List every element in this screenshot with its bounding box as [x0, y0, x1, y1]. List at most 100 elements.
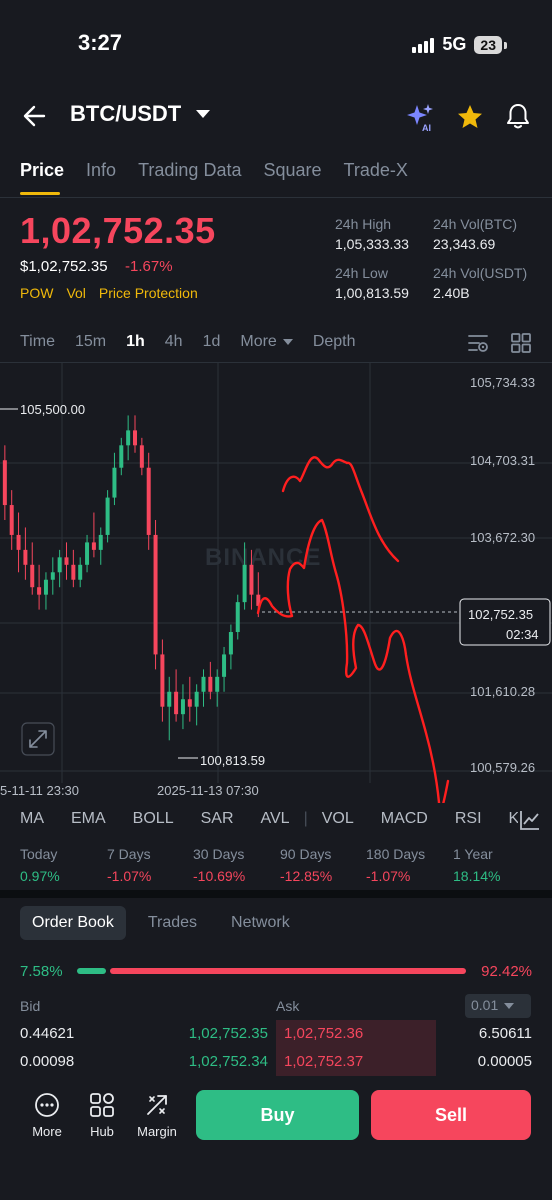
pair-title[interactable]: BTC/USDT — [70, 101, 181, 127]
tab-info[interactable]: Info — [86, 160, 116, 181]
stat-24h-vol-btc-label: 24h Vol(BTC) — [433, 216, 518, 232]
candle-body — [37, 587, 42, 595]
indicator-divider: | — [303, 810, 308, 827]
indicator-macd[interactable]: MACD — [381, 810, 428, 828]
tab-trades[interactable]: Trades — [136, 906, 209, 940]
badge-pow[interactable]: POW — [20, 285, 53, 301]
perf-value: -12.85% — [280, 868, 333, 884]
fullscreen-icon[interactable] — [21, 722, 55, 756]
indicator-sar[interactable]: SAR — [201, 810, 234, 828]
indicator-boll[interactable]: BOLL — [133, 810, 174, 828]
interval-1d[interactable]: 1d — [203, 333, 221, 351]
perf-label: 90 Days — [280, 846, 332, 862]
candle-body — [167, 691, 172, 707]
indicator-ma[interactable]: MA — [20, 810, 44, 828]
nav-more-label: More — [32, 1124, 62, 1139]
indicator-ema[interactable]: EMA — [71, 810, 106, 828]
interval-time[interactable]: Time — [20, 333, 55, 351]
perf-label: 180 Days — [366, 846, 426, 862]
section-separator — [0, 890, 552, 898]
y-axis-label: 103,672.30 — [470, 530, 535, 545]
indicator-chart-icon[interactable] — [518, 808, 542, 832]
candle-body — [119, 445, 124, 468]
perf-value: -1.07% — [107, 868, 152, 884]
candle-body — [228, 632, 233, 655]
tab-trade-x[interactable]: Trade-X — [344, 160, 408, 181]
tab-trading-data[interactable]: Trading Data — [138, 160, 241, 181]
candle-body — [153, 534, 158, 655]
interval-bar: Time 15m 1h 4h 1d More Depth — [20, 333, 376, 351]
status-time: 3:27 — [78, 30, 123, 55]
price-chart[interactable]: BINANCE 105,734.33 104,703.31 103,672.30… — [0, 363, 552, 803]
active-tab-indicator — [20, 192, 60, 195]
network-type: 5G — [442, 34, 467, 54]
indicator-vol[interactable]: VOL — [322, 810, 354, 828]
interval-1h[interactable]: 1h — [126, 333, 145, 351]
candle-body — [91, 542, 96, 550]
low-marker-label: 100,813.59 — [200, 753, 265, 768]
nav-margin[interactable]: Margin — [132, 1092, 182, 1139]
nav-hub[interactable]: Hub — [77, 1092, 127, 1139]
chart-settings-icon[interactable] — [467, 332, 489, 354]
x-axis-label: 5-11-11 23:30 — [0, 783, 79, 798]
badge-vol[interactable]: Vol — [66, 285, 85, 301]
layout-grid-icon[interactable] — [510, 332, 532, 354]
tab-square[interactable]: Square — [263, 160, 321, 181]
chart-grid — [0, 363, 552, 783]
depth-tab[interactable]: Depth — [313, 333, 356, 351]
high-marker-label: 105,500.00 — [20, 402, 85, 417]
nav-more[interactable]: More — [22, 1092, 72, 1139]
indicator-avl[interactable]: AVL — [261, 810, 290, 828]
orderbook-tabs: Order Book Trades Network — [20, 906, 302, 940]
candle-body — [194, 691, 199, 707]
candle-body — [201, 676, 206, 692]
perf-label: 1 Year — [453, 846, 493, 862]
orderbook-row[interactable]: 0.00098 1,02,752.34 1,02,752.37 0.00005 — [0, 1048, 552, 1076]
candle-countdown: 02:34 — [506, 627, 539, 642]
pair-dropdown-caret-icon[interactable] — [196, 110, 210, 118]
candle-body — [43, 579, 48, 595]
candle-body — [30, 564, 35, 588]
tab-price[interactable]: Price — [20, 160, 64, 181]
stat-24h-high: 1,05,333.33 — [335, 236, 409, 252]
fiat-price: $1,02,752.35 — [20, 258, 108, 275]
divider — [0, 197, 552, 198]
ask-price: 1,02,752.36 — [284, 1025, 364, 1042]
tab-network[interactable]: Network — [219, 906, 302, 940]
candle-body — [174, 691, 179, 715]
indicator-rsi[interactable]: RSI — [455, 810, 482, 828]
status-indicators: 5G 23 — [412, 34, 507, 55]
buy-button[interactable]: Buy — [196, 1090, 359, 1140]
perf-label: Today — [20, 846, 58, 862]
interval-4h[interactable]: 4h — [165, 333, 183, 351]
svg-text:AI: AI — [422, 123, 431, 132]
perf-90d: 90 Days -12.85% — [280, 846, 332, 884]
bid-ask-ratio-bar — [77, 968, 466, 974]
ai-sparkle-icon[interactable]: AI — [406, 102, 436, 132]
candle-body — [78, 564, 83, 580]
bid-qty: 0.00098 — [20, 1053, 75, 1070]
interval-15m[interactable]: 15m — [75, 333, 106, 351]
tag-badges: POW Vol Price Protection — [20, 285, 198, 301]
more-dots-icon — [35, 1093, 59, 1117]
candle-body — [222, 654, 227, 677]
candle-body — [146, 467, 151, 535]
nav-hub-label: Hub — [90, 1124, 114, 1139]
orderbook-row[interactable]: 0.44621 1,02,752.35 1,02,752.36 6.50611 — [0, 1020, 552, 1048]
more-caret-icon — [282, 338, 293, 345]
tab-order-book[interactable]: Order Book — [20, 906, 126, 940]
badge-price-protection[interactable]: Price Protection — [99, 285, 198, 301]
sell-button[interactable]: Sell — [371, 1090, 531, 1140]
ask-ratio: 92.42% — [481, 963, 532, 980]
last-price: 1,02,752.35 — [20, 210, 216, 251]
signal-icon — [412, 37, 435, 53]
bid-header: Bid — [20, 998, 41, 1014]
ask-qty: 0.00005 — [477, 1053, 532, 1070]
favorite-star-icon[interactable] — [456, 103, 484, 131]
margin-icon — [147, 1095, 167, 1115]
back-arrow-icon[interactable] — [22, 103, 48, 129]
precision-select[interactable]: 0.01 — [465, 994, 531, 1018]
bell-icon[interactable] — [505, 102, 531, 130]
candle-body — [64, 557, 69, 565]
interval-more[interactable]: More — [240, 333, 293, 351]
